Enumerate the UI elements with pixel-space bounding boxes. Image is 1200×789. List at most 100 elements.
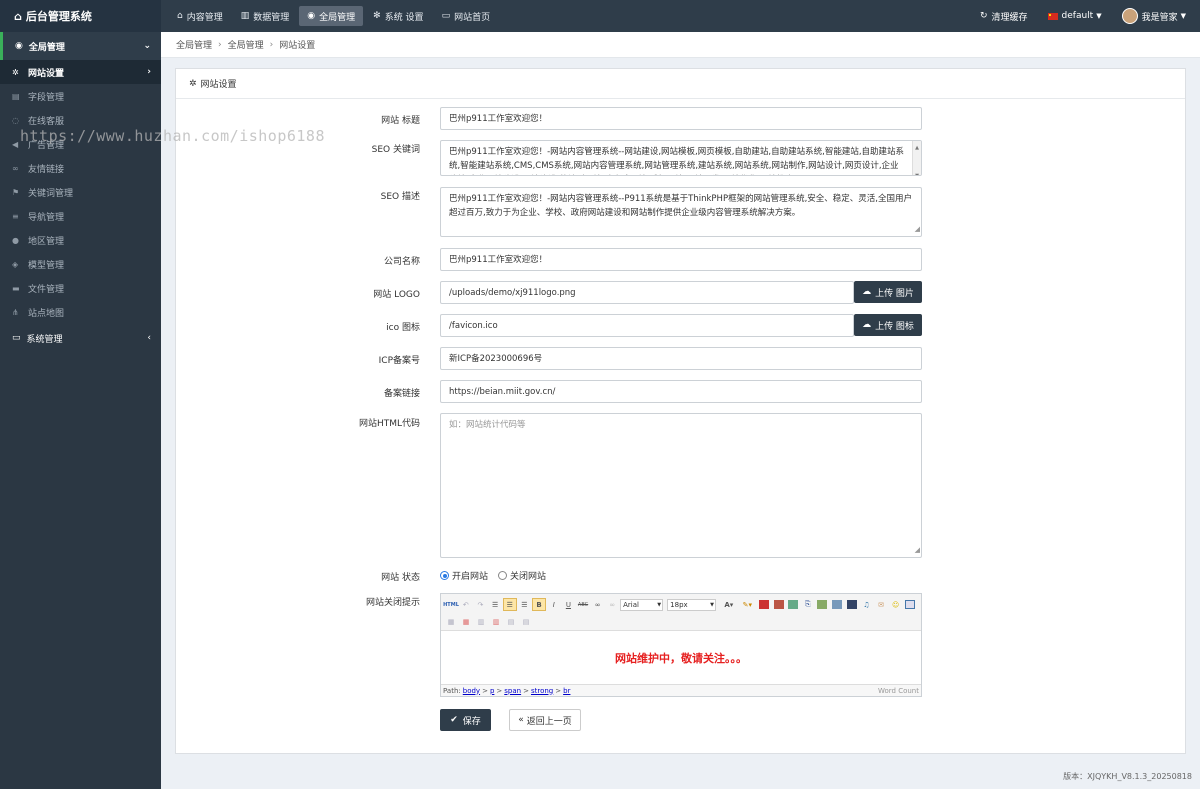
sidebar-item-keywords[interactable]: ⚑ 关键词管理 [0,180,161,204]
align-left-icon[interactable]: ☰ [488,598,502,611]
gear-icon: ✲ [12,67,19,77]
font-family-select[interactable]: Arial ▼ [620,598,664,611]
scrollbar[interactable]: ▲ ▼ [912,141,921,175]
editor-content[interactable]: 网站维护中，敬请关注。。。 [441,631,921,684]
sidebar-item-links[interactable]: ∞ 友情链接 [0,156,161,180]
sidebar-item-ads[interactable]: ◀ 广告管理 [0,132,161,156]
highlight-color-icon[interactable]: ✎▾ [739,598,757,611]
text-color-icon[interactable]: A▾ [720,598,738,611]
chevron-right-icon: › [218,39,222,50]
chevron-left-icon: ‹ [147,333,151,343]
company-label: 公司名称 [383,257,420,267]
avatar [1121,8,1138,24]
resize-handle-icon[interactable]: ◢ [915,543,920,557]
icp-link-input[interactable]: https://beian.miit.gov.cn/ [440,380,922,403]
delete-col-icon[interactable]: ▥ [489,615,503,628]
topnav-global[interactable]: ◉ 全局管理 [299,6,364,26]
upload-ico-button[interactable]: ☁ 上传 图标 [854,314,922,336]
split-cells-icon[interactable]: ▤ [519,615,533,628]
sidebar-group-global[interactable]: ◉ 全局管理 ⌄ [0,32,161,60]
underline-button[interactable]: U [562,598,576,611]
flash-icon[interactable] [772,598,786,611]
path-link[interactable]: br [563,687,570,695]
sidebar-group-system[interactable]: ▭ 系统管理 ‹ [0,324,161,352]
language-dropdown[interactable]: default ▼ [1047,11,1102,21]
font-size-select[interactable]: 18px ▼ [667,598,717,611]
path-link[interactable]: span [504,687,521,695]
insert-row-icon[interactable]: ▦ [444,615,458,628]
breadcrumb-item[interactable]: 全局管理 [176,38,212,51]
sidebar-item-models[interactable]: ◈ 模型管理 [0,252,161,276]
resize-handle-icon[interactable]: ◢ [915,222,920,236]
version-text: 版本：XJQYKH_V8.1.3_20250818 [1063,772,1192,781]
upload-logo-button[interactable]: ☁ 上传 图片 [854,281,922,303]
emoticon-icon[interactable]: ☺ [889,598,903,611]
sidebar-item-online-service[interactable]: ◌ 在线客服 [0,108,161,132]
chevron-right-icon: › [269,39,274,50]
seo-keywords-textarea[interactable]: 巴州p911工作室欢迎您！-网站内容管理系统--网站建设,网站模板,网页模板,自… [440,140,922,176]
breadcrumb-item[interactable]: 全局管理 [228,38,264,51]
sidebar-item-region[interactable]: ● 地区管理 [0,228,161,252]
radio-checked[interactable] [440,571,449,580]
brand[interactable]: ⌂ 后台管理系统 [0,0,161,32]
cubes-icon: ◈ [12,259,19,269]
topnav-data[interactable]: ▥ 数据管理 [233,6,298,26]
megaphone-icon: ◀ [12,139,19,149]
delete-row-icon[interactable]: ▦ [459,615,473,628]
html-source-button[interactable]: HTML [443,598,459,611]
insert-col-icon[interactable]: ▥ [474,615,488,628]
file-icon[interactable] [830,598,844,611]
merge-cells-icon[interactable]: ▤ [504,615,518,628]
image-icon[interactable] [757,598,771,611]
sidebar-item-fields[interactable]: ▤ 字段管理 [0,84,161,108]
media-icon[interactable] [786,598,800,611]
clear-cache-button[interactable]: ↻ 清理缓存 [980,10,1028,23]
strikethrough-button[interactable]: ABC [576,598,590,611]
path-link[interactable]: strong [531,687,553,695]
path-link[interactable]: body [463,687,480,695]
brand-title: 后台管理系统 [25,10,92,23]
site-title-input[interactable]: 巴州p911工作室欢迎您！ [440,107,922,130]
path-link[interactable]: p [490,687,494,695]
status-open-option[interactable]: 开启网站 [440,569,488,582]
italic-button[interactable]: I [547,598,561,611]
seo-desc-textarea[interactable]: 巴州p911工作室欢迎您！-网站内容管理系统--P911系统是基于ThinkPH… [440,187,922,237]
html-code-placeholder: 如：网站统计代码等 [449,420,526,430]
sidebar-item-sitemap[interactable]: ⋔ 站点地图 [0,300,161,324]
picture-icon[interactable] [816,598,830,611]
redo-icon[interactable]: ↷ [474,598,488,611]
menu-icon: ≡ [12,211,19,221]
bold-button[interactable]: B [532,598,546,611]
topnav-home[interactable]: ▭ 网站首页 [434,6,499,26]
map-icon[interactable]: ✉ [874,598,888,611]
unlink-icon[interactable]: ∞ [606,598,620,611]
undo-icon[interactable]: ↶ [459,598,473,611]
music-icon[interactable]: ♫ [860,598,874,611]
ico-input[interactable]: /favicon.ico [440,314,854,337]
topnav-system[interactable]: ✻ 系统 设置 [365,6,431,26]
sidebar-item-site-settings[interactable]: ✲ 网站设置 › [0,60,161,84]
cloud-upload-icon: ☁ [862,287,872,297]
sidebar-item-files[interactable]: ▬ 文件管理 [0,276,161,300]
radio-unchecked[interactable] [498,571,508,580]
home-icon: ⌂ [14,9,22,23]
html-code-textarea[interactable]: 如：网站统计代码等 ◢ [440,413,922,558]
align-right-icon[interactable]: ☰ [518,598,532,611]
sidebar-item-nav[interactable]: ≡ 导航管理 [0,204,161,228]
link-icon[interactable]: ∞ [591,598,605,611]
align-center-icon[interactable]: ☰ [502,598,517,611]
status-close-option[interactable]: 关闭网站 [498,569,546,582]
save-button[interactable]: ✔ 保存 [440,709,491,731]
topnav-content[interactable]: ⌂ 内容管理 [169,6,231,26]
user-menu[interactable]: 我是管家 ▼ [1121,8,1186,24]
save-doc-icon[interactable] [845,598,859,611]
flag-icon [1047,12,1058,20]
logo-input[interactable]: /uploads/demo/xj911logo.png [440,281,854,304]
table-icon[interactable] [903,598,917,611]
company-input[interactable]: 巴州p911工作室欢迎您！ [440,248,922,271]
icp-input[interactable]: 新ICP备2023000696号 [440,347,922,370]
editor-status-bar: Path: body > p > span > strong > br Word Cou… [441,684,921,696]
back-button[interactable]: «返回上一页 [509,709,581,731]
status-label: 网站 状态 [381,573,420,583]
attachment-icon[interactable]: ⎘ [801,598,815,611]
